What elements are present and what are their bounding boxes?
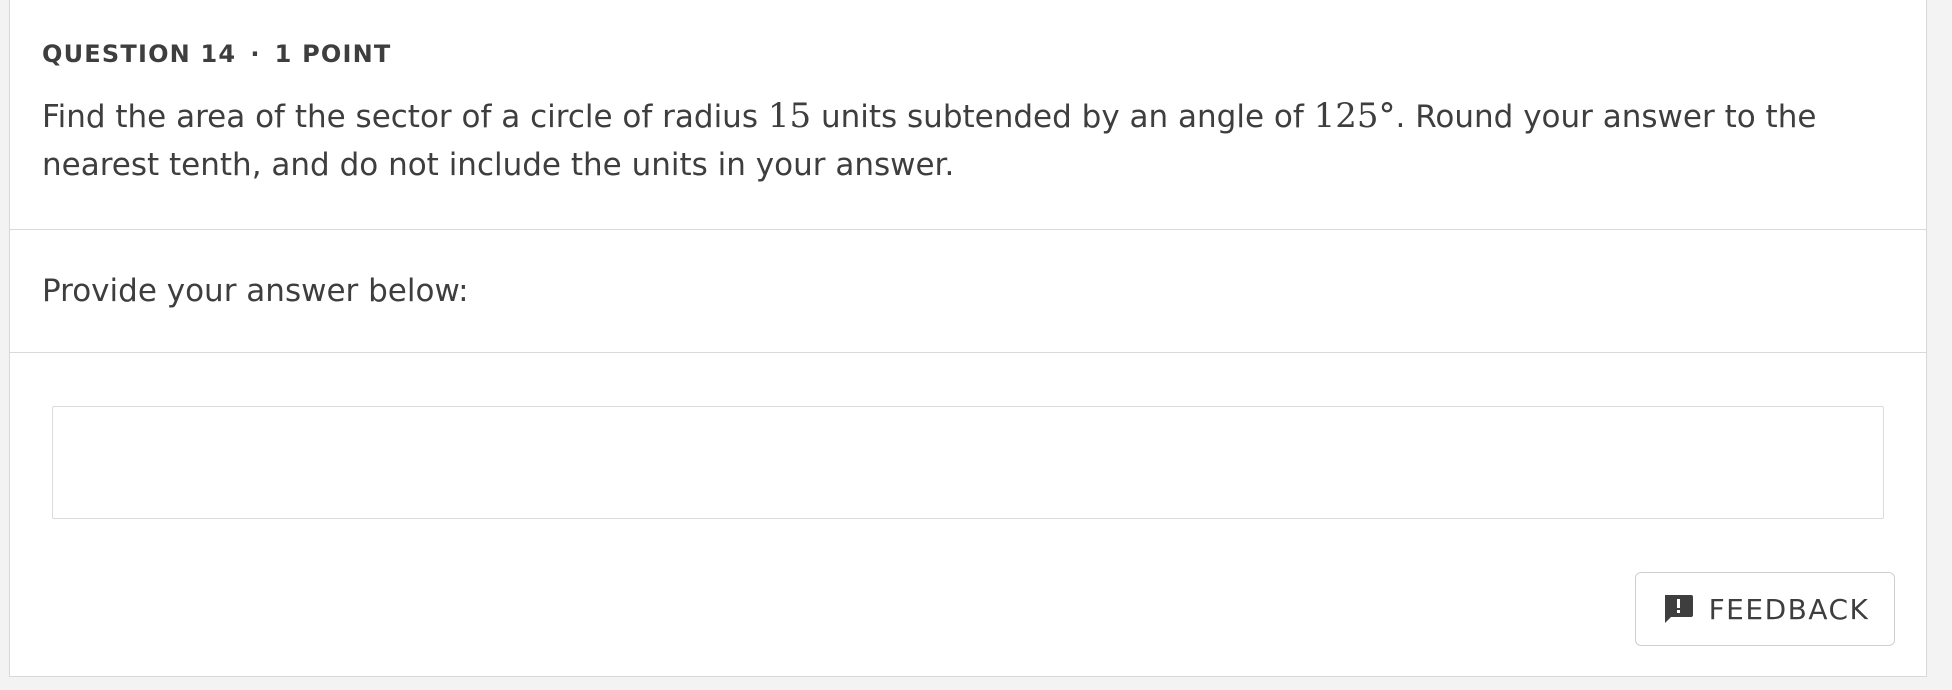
- angle-value: 125°: [1313, 96, 1396, 136]
- question-meta: QUESTION 14 · 1 POINT: [42, 40, 1926, 68]
- question-card: QUESTION 14 · 1 POINT Find the area of the…: [9, 0, 1927, 677]
- answer-prompt: Provide your answer below:: [42, 273, 469, 309]
- answer-input[interactable]: [52, 406, 1884, 519]
- question-text-part2: units subtended by an angle of: [811, 99, 1314, 135]
- answer-prompt-section: Provide your answer below:: [10, 230, 1926, 353]
- meta-separator: ·: [250, 40, 261, 68]
- feedback-button[interactable]: FEEDBACK: [1635, 572, 1895, 646]
- feedback-label: FEEDBACK: [1708, 592, 1870, 626]
- question-text: Find the area of the sector of a circle …: [42, 92, 1902, 189]
- question-points: 1 POINT: [274, 40, 392, 68]
- radius-value: 15: [767, 96, 812, 136]
- question-header-section: QUESTION 14 · 1 POINT Find the area of the…: [10, 0, 1926, 230]
- feedback-alert-icon: [1661, 592, 1695, 626]
- answer-area: FEEDBACK: [10, 353, 1926, 675]
- question-number: QUESTION 14: [42, 40, 237, 68]
- question-text-part1: Find the area of the sector of a circle …: [42, 99, 768, 135]
